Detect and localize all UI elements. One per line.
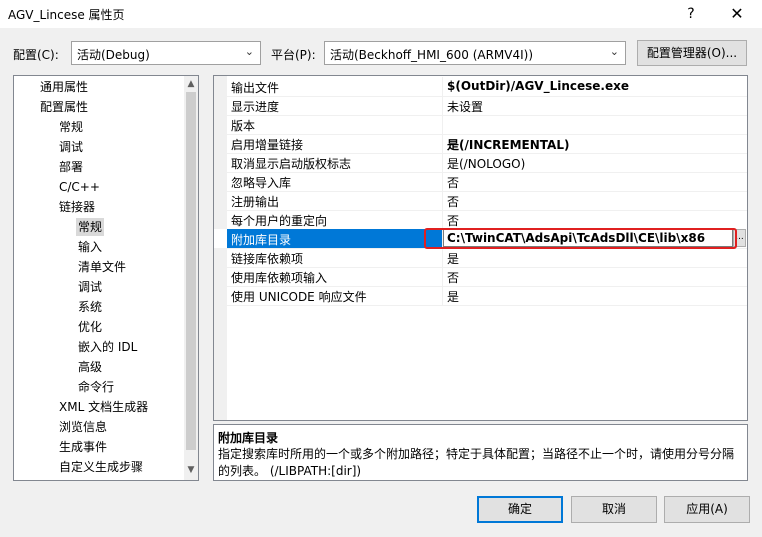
property-row[interactable]: 链接库依赖项 是: [214, 248, 747, 268]
column-divider: [442, 153, 443, 172]
tree-item[interactable]: 调试: [59, 138, 83, 156]
help-button[interactable]: ?: [680, 3, 702, 25]
config-value: 活动(Debug): [77, 48, 150, 62]
property-row[interactable]: 取消显示启动版权标志 是(/NOLOGO): [214, 153, 747, 173]
config-label: 配置(C):: [13, 48, 59, 62]
tree-item[interactable]: 清单文件: [78, 258, 126, 276]
property-name: 使用库依赖项输入: [231, 271, 328, 285]
scroll-down-icon[interactable]: ▼: [186, 465, 196, 475]
tree-item[interactable]: 嵌入的 IDL: [78, 338, 137, 356]
tree-item[interactable]: 调试: [78, 278, 102, 296]
property-value: 否: [447, 271, 460, 285]
tree-scrollbar-thumb[interactable]: [186, 92, 196, 450]
property-value: 是(/NOLOGO): [447, 157, 526, 171]
property-row[interactable]: 输出文件 $(OutDir)/AGV_Lincese.exe: [214, 77, 747, 97]
tree-item[interactable]: C/C++: [59, 178, 100, 196]
column-divider: [442, 248, 443, 267]
tree-item[interactable]: 浏览信息: [59, 418, 107, 436]
column-divider: [442, 286, 443, 305]
tree-item[interactable]: 生成事件: [59, 438, 107, 456]
property-row[interactable]: 启用增量链接 是(/INCREMENTAL): [214, 134, 747, 154]
property-row[interactable]: 版本: [214, 115, 747, 135]
property-name: 附加库目录: [231, 233, 292, 247]
property-name: 版本: [231, 119, 256, 133]
tree-item[interactable]: 输入: [78, 238, 102, 256]
property-value: 未设置: [447, 100, 484, 114]
property-name: 使用 UNICODE 响应文件: [231, 290, 367, 304]
property-name: 注册输出: [231, 195, 280, 209]
property-value: 否: [447, 214, 460, 228]
tree-item[interactable]: 自定义生成步骤: [59, 458, 143, 476]
property-name: 链接库依赖项: [231, 252, 304, 266]
property-row[interactable]: 显示进度 未设置: [214, 96, 747, 116]
property-name: 显示进度: [231, 100, 280, 114]
ok-button[interactable]: 确定: [477, 496, 563, 523]
property-value: 是(/INCREMENTAL): [447, 138, 570, 152]
column-divider: [442, 134, 443, 153]
property-row[interactable]: 使用 UNICODE 响应文件 是: [214, 286, 747, 306]
tree-item[interactable]: 通用属性: [40, 78, 88, 96]
column-divider: [442, 210, 443, 229]
property-name: 输出文件: [231, 81, 280, 95]
property-value: 是: [447, 290, 460, 304]
property-name: 忽略导入库: [231, 176, 292, 190]
tree-item[interactable]: 系统: [78, 298, 102, 316]
column-divider: [442, 267, 443, 286]
apply-button[interactable]: 应用(A): [664, 496, 750, 523]
tree-item[interactable]: 命令行: [78, 378, 114, 396]
property-value: 否: [447, 176, 460, 190]
config-combo[interactable]: 活动(Debug) ⌄: [71, 41, 261, 65]
column-divider: [442, 77, 443, 96]
close-button[interactable]: ✕: [726, 3, 748, 25]
description-title: 附加库目录: [218, 431, 279, 445]
chevron-down-icon: ⌄: [609, 45, 619, 58]
scroll-up-icon[interactable]: ▲: [186, 79, 196, 89]
column-divider: [442, 191, 443, 210]
property-row[interactable]: 每个用户的重定向 否: [214, 210, 747, 230]
cancel-button[interactable]: 取消: [571, 496, 657, 523]
property-row[interactable]: 注册输出 否: [214, 191, 747, 211]
chevron-down-icon: ⌄: [244, 45, 254, 58]
annotation-highlight-box: [424, 228, 737, 249]
platform-label: 平台(P):: [271, 48, 316, 62]
property-row[interactable]: 忽略导入库 否: [214, 172, 747, 192]
description-body: 指定搜索库时所用的一个或多个附加路径；特定于具体配置；当路径不止一个时，请使用分…: [218, 447, 735, 478]
property-value: $(OutDir)/AGV_Lincese.exe: [447, 79, 630, 93]
tree-item[interactable]: 部署: [59, 158, 83, 176]
property-name: 取消显示启动版权标志: [231, 157, 352, 171]
tree-item[interactable]: XML 文档生成器: [59, 398, 148, 416]
tree-item[interactable]: 链接器: [59, 198, 95, 216]
column-divider: [442, 115, 443, 134]
tree-item[interactable]: 常规: [59, 118, 83, 136]
tree-item[interactable]: 高级: [78, 358, 102, 376]
window-title: AGV_Lincese 属性页: [8, 8, 125, 22]
tree-item[interactable]: 配置属性: [40, 98, 88, 116]
tree-item[interactable]: 优化: [78, 318, 102, 336]
property-name: 每个用户的重定向: [231, 214, 328, 228]
tree-item[interactable]: 常规: [76, 218, 105, 236]
config-manager-button[interactable]: 配置管理器(O)...: [637, 40, 747, 66]
platform-value: 活动(Beckhoff_HMI_600 (ARMV4I)): [330, 48, 534, 62]
column-divider: [442, 172, 443, 191]
column-divider: [442, 96, 443, 115]
property-value: 否: [447, 195, 460, 209]
property-row[interactable]: 使用库依赖项输入 否: [214, 267, 747, 287]
property-name: 启用增量链接: [231, 138, 304, 152]
platform-combo[interactable]: 活动(Beckhoff_HMI_600 (ARMV4I)) ⌄: [324, 41, 626, 65]
property-value: 是: [447, 252, 460, 266]
